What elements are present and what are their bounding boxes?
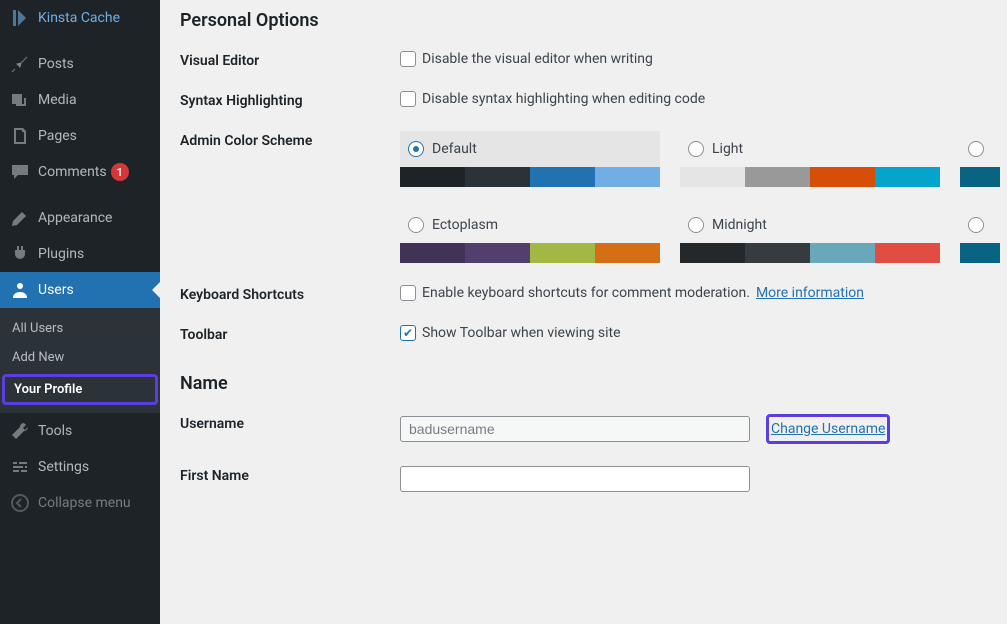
swatches [960, 243, 1000, 263]
shortcuts-label: Keyboard Shortcuts [180, 285, 400, 303]
swatches [960, 167, 1000, 187]
visual-editor-label: Visual Editor [180, 51, 400, 69]
toolbar-checkbox[interactable] [400, 325, 416, 341]
admin-sidebar: Kinsta Cache Posts Media Pages Comments … [0, 0, 160, 624]
scheme-name: Light [712, 141, 743, 157]
sidebar-item-plugins[interactable]: Plugins [0, 236, 160, 272]
profile-content: Personal Options Visual Editor Disable t… [160, 0, 1007, 624]
pages-icon [10, 126, 30, 146]
sidebar-item-kinsta-cache[interactable]: Kinsta Cache [0, 0, 160, 36]
swatches [680, 243, 940, 263]
sidebar-item-users[interactable]: Users [0, 272, 160, 308]
username-input [400, 416, 750, 442]
radio-icon[interactable] [688, 217, 704, 233]
color-scheme-o[interactable] [960, 207, 1000, 263]
first-name-label: First Name [180, 466, 400, 484]
first-name-input[interactable] [400, 466, 750, 492]
label: Collapse menu [38, 495, 131, 511]
color-scheme-light[interactable]: Light [680, 131, 940, 187]
submenu-your-profile[interactable]: Your Profile [2, 374, 158, 405]
shortcuts-checkbox[interactable] [400, 285, 416, 301]
radio-icon[interactable] [688, 141, 704, 157]
pushpin-icon [10, 54, 30, 74]
label: Plugins [38, 246, 84, 262]
sidebar-item-appearance[interactable]: Appearance [0, 200, 160, 236]
users-submenu: All Users Add New Your Profile [0, 308, 160, 413]
swatches [680, 167, 940, 187]
syntax-checkbox[interactable] [400, 91, 416, 107]
media-icon [10, 90, 30, 110]
syntax-label: Syntax Highlighting [180, 91, 400, 109]
color-scheme-ectoplasm[interactable]: Ectoplasm [400, 207, 660, 263]
radio-icon[interactable] [968, 217, 984, 233]
sidebar-item-posts[interactable]: Posts [0, 46, 160, 82]
radio-icon[interactable] [408, 141, 424, 157]
visual-editor-desc: Disable the visual editor when writing [422, 51, 653, 67]
label: Kinsta Cache [38, 10, 120, 26]
syntax-desc: Disable syntax highlighting when editing… [422, 91, 705, 107]
swatches [400, 167, 660, 187]
personal-options-heading: Personal Options [180, 10, 987, 31]
label: Posts [38, 56, 74, 72]
scheme-name: Default [432, 141, 477, 157]
sidebar-item-settings[interactable]: Settings [0, 449, 160, 485]
swatches [400, 243, 660, 263]
radio-icon[interactable] [968, 141, 984, 157]
submenu-add-new[interactable]: Add New [0, 343, 160, 372]
sidebar-item-media[interactable]: Media [0, 82, 160, 118]
kinsta-icon [10, 8, 30, 28]
username-label: Username [180, 414, 400, 432]
toolbar-label: Toolbar [180, 325, 400, 343]
comment-icon [10, 162, 30, 182]
plugin-icon [10, 244, 30, 264]
scheme-name: Midnight [712, 217, 767, 233]
color-scheme-default[interactable]: Default [400, 131, 660, 187]
scheme-name: Ectoplasm [432, 217, 498, 233]
visual-editor-checkbox[interactable] [400, 51, 416, 67]
shortcuts-desc: Enable keyboard shortcuts for comment mo… [422, 285, 750, 301]
color-scheme-midnight[interactable]: Midnight [680, 207, 940, 263]
submenu-all-users[interactable]: All Users [0, 314, 160, 343]
sidebar-item-tools[interactable]: Tools [0, 413, 160, 449]
label: Media [38, 92, 77, 108]
radio-icon[interactable] [408, 217, 424, 233]
sidebar-item-comments[interactable]: Comments 1 [0, 154, 160, 190]
settings-icon [10, 457, 30, 477]
color-scheme-label: Admin Color Scheme [180, 131, 400, 149]
appearance-icon [10, 208, 30, 228]
label: Users [38, 282, 74, 298]
change-username-link[interactable]: Change Username [766, 414, 890, 444]
users-icon [10, 280, 30, 300]
sidebar-item-pages[interactable]: Pages [0, 118, 160, 154]
name-heading: Name [180, 373, 987, 394]
shortcuts-more-info-link[interactable]: More information [756, 285, 864, 301]
color-scheme-b[interactable] [960, 131, 1000, 187]
label: Settings [38, 459, 89, 475]
comment-count-badge: 1 [111, 163, 129, 181]
label: Pages [38, 128, 77, 144]
toolbar-desc: Show Toolbar when viewing site [422, 325, 621, 341]
collapse-menu[interactable]: Collapse menu [0, 485, 160, 521]
label: Tools [38, 423, 72, 439]
color-schemes-grid: Default Light Ectoplasm Midnight [400, 131, 1000, 263]
label: Appearance [38, 210, 112, 226]
collapse-icon [10, 493, 30, 513]
label: Comments [38, 164, 107, 180]
tools-icon [10, 421, 30, 441]
